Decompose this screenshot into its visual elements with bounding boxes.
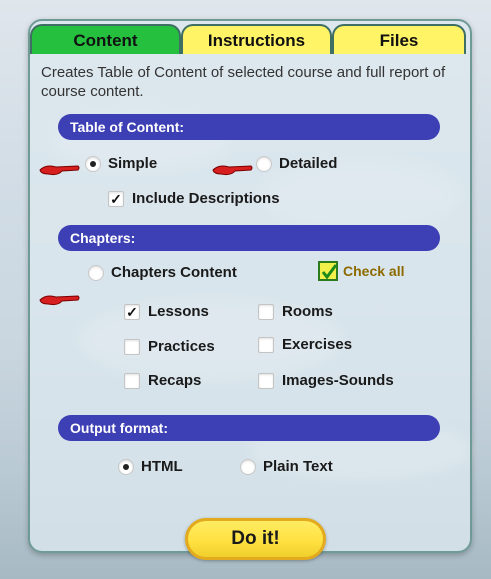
chapters-section-header: Chapters: — [58, 225, 440, 251]
chapters-content-radio[interactable]: Chapters Content — [88, 264, 237, 281]
empty-checkbox-icon — [258, 336, 274, 353]
do-it-button[interactable]: Do it! — [185, 518, 326, 560]
toc-section-header: Table of Content: — [58, 114, 440, 140]
recaps-label: Recaps — [148, 372, 202, 389]
description-text: Creates Table of Content of selected cou… — [41, 64, 446, 100]
output-plain-text-label: Plain Text — [263, 458, 333, 475]
toc-simple-radio[interactable]: Simple — [85, 155, 157, 172]
tab-content[interactable]: Content — [30, 24, 181, 54]
exercises-label: Exercises — [282, 336, 353, 353]
green-checkmark-icon — [321, 264, 337, 280]
radio-empty-icon — [88, 264, 104, 281]
tab-instructions[interactable]: Instructions — [181, 24, 332, 54]
output-plain-text-radio[interactable]: Plain Text — [240, 458, 333, 475]
tab-files[interactable]: Files — [332, 24, 466, 54]
empty-checkbox-icon — [124, 338, 140, 355]
practices-checkbox[interactable]: Practices — [124, 338, 215, 355]
radio-selected-icon — [85, 155, 101, 172]
output-format-section-header: Output format: — [58, 415, 440, 441]
images-sounds-checkbox[interactable]: Images-Sounds — [258, 372, 394, 389]
chapters-content-label: Chapters Content — [111, 264, 237, 281]
empty-checkbox-icon — [124, 372, 140, 389]
pointer-hand-icon — [39, 295, 80, 306]
tab-bar: Content Instructions Files — [30, 24, 466, 54]
practices-label: Practices — [148, 338, 215, 355]
toc-simple-label: Simple — [108, 155, 158, 172]
output-html-radio[interactable]: HTML — [118, 458, 183, 475]
recaps-checkbox[interactable]: Recaps — [124, 372, 201, 389]
pointer-hand-icon — [212, 165, 253, 176]
checkmark-icon: ✓ — [124, 303, 140, 320]
pointer-hand-icon — [39, 165, 80, 176]
radio-empty-icon — [256, 155, 272, 172]
toc-detailed-radio[interactable]: Detailed — [256, 155, 337, 172]
radio-selected-icon — [118, 458, 134, 475]
toc-detailed-label: Detailed — [279, 155, 338, 172]
images-sounds-label: Images-Sounds — [282, 372, 394, 389]
lessons-label: Lessons — [148, 303, 209, 320]
output-html-label: HTML — [141, 458, 183, 475]
empty-checkbox-icon — [258, 372, 274, 389]
checkmark-icon: ✓ — [108, 190, 124, 207]
include-descriptions-label: Include Descriptions — [132, 190, 280, 207]
lessons-checkbox[interactable]: ✓ Lessons — [124, 303, 209, 320]
radio-empty-icon — [240, 458, 256, 475]
check-all-checkbox[interactable]: Check all — [318, 261, 404, 281]
check-all-label: Check all — [343, 263, 405, 279]
check-all-box — [318, 261, 338, 281]
rooms-label: Rooms — [282, 303, 333, 320]
include-descriptions-checkbox[interactable]: ✓ Include Descriptions — [108, 190, 280, 207]
empty-checkbox-icon — [258, 303, 274, 320]
rooms-checkbox[interactable]: Rooms — [258, 303, 333, 320]
exercises-checkbox[interactable]: Exercises — [258, 336, 352, 353]
